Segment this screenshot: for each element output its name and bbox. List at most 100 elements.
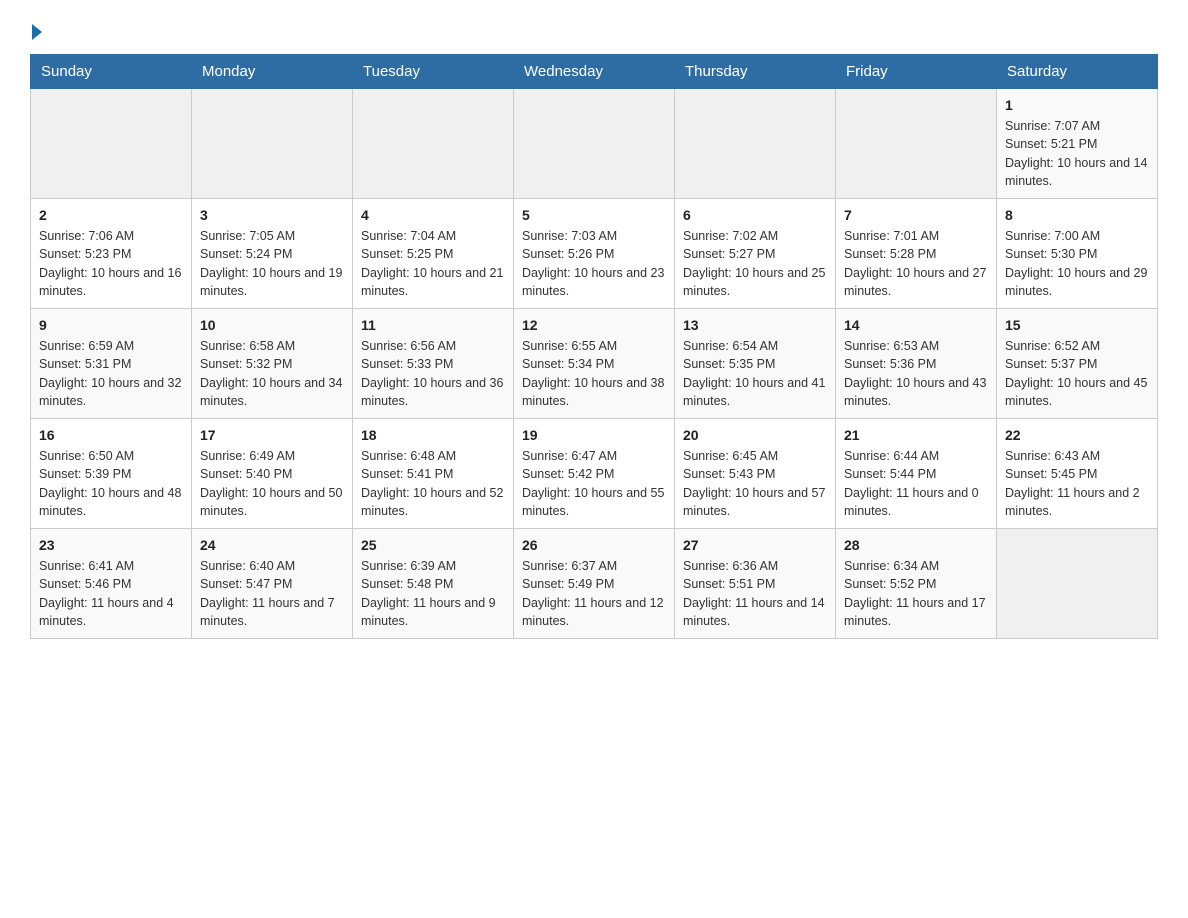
calendar-cell: 2Sunrise: 7:06 AMSunset: 5:23 PMDaylight… <box>31 199 192 309</box>
day-number: 26 <box>522 535 666 555</box>
calendar-cell <box>514 89 675 199</box>
daylight-text: Daylight: 11 hours and 7 minutes. <box>200 596 335 628</box>
day-number: 9 <box>39 315 183 335</box>
sunrise-text: Sunrise: 7:06 AM <box>39 229 134 243</box>
daylight-text: Daylight: 11 hours and 12 minutes. <box>522 596 664 628</box>
calendar-cell: 18Sunrise: 6:48 AMSunset: 5:41 PMDayligh… <box>353 419 514 529</box>
sunset-text: Sunset: 5:41 PM <box>361 467 453 481</box>
day-number: 7 <box>844 205 988 225</box>
day-number: 6 <box>683 205 827 225</box>
calendar-cell <box>675 89 836 199</box>
daylight-text: Daylight: 10 hours and 19 minutes. <box>200 266 342 298</box>
sunrise-text: Sunrise: 6:52 AM <box>1005 339 1100 353</box>
calendar-cell <box>31 89 192 199</box>
weekday-header-monday: Monday <box>192 55 353 89</box>
sunrise-text: Sunrise: 6:39 AM <box>361 559 456 573</box>
sunset-text: Sunset: 5:46 PM <box>39 577 131 591</box>
day-number: 17 <box>200 425 344 445</box>
day-number: 15 <box>1005 315 1149 335</box>
sunrise-text: Sunrise: 6:41 AM <box>39 559 134 573</box>
weekday-header-wednesday: Wednesday <box>514 55 675 89</box>
sunrise-text: Sunrise: 6:40 AM <box>200 559 295 573</box>
calendar-cell: 24Sunrise: 6:40 AMSunset: 5:47 PMDayligh… <box>192 529 353 639</box>
sunset-text: Sunset: 5:33 PM <box>361 357 453 371</box>
weekday-header-tuesday: Tuesday <box>353 55 514 89</box>
day-number: 18 <box>361 425 505 445</box>
logo-blue-part <box>30 24 42 38</box>
day-number: 24 <box>200 535 344 555</box>
calendar-cell: 26Sunrise: 6:37 AMSunset: 5:49 PMDayligh… <box>514 529 675 639</box>
sunset-text: Sunset: 5:32 PM <box>200 357 292 371</box>
day-number: 12 <box>522 315 666 335</box>
day-number: 4 <box>361 205 505 225</box>
sunrise-text: Sunrise: 6:36 AM <box>683 559 778 573</box>
sunrise-text: Sunrise: 7:02 AM <box>683 229 778 243</box>
calendar-cell <box>836 89 997 199</box>
daylight-text: Daylight: 10 hours and 23 minutes. <box>522 266 664 298</box>
sunset-text: Sunset: 5:34 PM <box>522 357 614 371</box>
calendar-cell: 14Sunrise: 6:53 AMSunset: 5:36 PMDayligh… <box>836 309 997 419</box>
calendar-cell: 23Sunrise: 6:41 AMSunset: 5:46 PMDayligh… <box>31 529 192 639</box>
sunset-text: Sunset: 5:39 PM <box>39 467 131 481</box>
sunrise-text: Sunrise: 7:05 AM <box>200 229 295 243</box>
sunset-text: Sunset: 5:51 PM <box>683 577 775 591</box>
daylight-text: Daylight: 10 hours and 57 minutes. <box>683 486 825 518</box>
sunset-text: Sunset: 5:48 PM <box>361 577 453 591</box>
sunset-text: Sunset: 5:21 PM <box>1005 137 1097 151</box>
page-header <box>30 20 1158 38</box>
daylight-text: Daylight: 10 hours and 55 minutes. <box>522 486 664 518</box>
calendar-cell: 11Sunrise: 6:56 AMSunset: 5:33 PMDayligh… <box>353 309 514 419</box>
sunset-text: Sunset: 5:31 PM <box>39 357 131 371</box>
calendar-cell: 19Sunrise: 6:47 AMSunset: 5:42 PMDayligh… <box>514 419 675 529</box>
calendar-cell <box>192 89 353 199</box>
calendar-cell: 10Sunrise: 6:58 AMSunset: 5:32 PMDayligh… <box>192 309 353 419</box>
weekday-header-saturday: Saturday <box>997 55 1158 89</box>
calendar-cell: 27Sunrise: 6:36 AMSunset: 5:51 PMDayligh… <box>675 529 836 639</box>
sunset-text: Sunset: 5:26 PM <box>522 247 614 261</box>
sunrise-text: Sunrise: 6:49 AM <box>200 449 295 463</box>
sunrise-text: Sunrise: 6:47 AM <box>522 449 617 463</box>
day-number: 13 <box>683 315 827 335</box>
sunset-text: Sunset: 5:44 PM <box>844 467 936 481</box>
week-row-5: 23 Sunrise: 6:41 AM Sunset: 5:46 PM Dayligh… <box>31 529 1158 639</box>
calendar-cell: 3Sunrise: 7:05 AMSunset: 5:24 PMDaylight… <box>192 199 353 309</box>
calendar-cell: 22Sunrise: 6:43 AMSunset: 5:45 PMDayligh… <box>997 419 1158 529</box>
sunset-text: Sunset: 5:25 PM <box>361 247 453 261</box>
daylight-text: Daylight: 10 hours and 29 minutes. <box>1005 266 1147 298</box>
calendar-cell: 15 Sunrise: 6:52 AM Sunset: 5:37 PM Dayligh… <box>997 309 1158 419</box>
daylight-text: Daylight: 10 hours and 52 minutes. <box>361 486 503 518</box>
day-number: 21 <box>844 425 988 445</box>
day-number: 2 <box>39 205 183 225</box>
daylight-text: Daylight: 10 hours and 34 minutes. <box>200 376 342 408</box>
weekday-header-row: SundayMondayTuesdayWednesdayThursdayFrid… <box>31 55 1158 89</box>
day-number: 22 <box>1005 425 1149 445</box>
daylight-text: Daylight: 11 hours and 9 minutes. <box>361 596 496 628</box>
calendar-cell: 4Sunrise: 7:04 AMSunset: 5:25 PMDaylight… <box>353 199 514 309</box>
calendar-cell <box>353 89 514 199</box>
daylight-text: Daylight: 10 hours and 32 minutes. <box>39 376 181 408</box>
calendar-cell: 13Sunrise: 6:54 AMSunset: 5:35 PMDayligh… <box>675 309 836 419</box>
calendar-cell: 6 Sunrise: 7:02 AM Sunset: 5:27 PM Daylight… <box>675 199 836 309</box>
day-number: 25 <box>361 535 505 555</box>
sunset-text: Sunset: 5:24 PM <box>200 247 292 261</box>
calendar-cell: 8Sunrise: 7:00 AMSunset: 5:30 PMDaylight… <box>997 199 1158 309</box>
sunrise-text: Sunrise: 6:53 AM <box>844 339 939 353</box>
sunset-text: Sunset: 5:27 PM <box>683 247 775 261</box>
calendar-cell: 7Sunrise: 7:01 AMSunset: 5:28 PMDaylight… <box>836 199 997 309</box>
day-number: 27 <box>683 535 827 555</box>
calendar-cell: 12Sunrise: 6:55 AMSunset: 5:34 PMDayligh… <box>514 309 675 419</box>
sunset-text: Sunset: 5:43 PM <box>683 467 775 481</box>
week-row-4: 16Sunrise: 6:50 AMSunset: 5:39 PMDayligh… <box>31 419 1158 529</box>
logo <box>30 20 42 38</box>
daylight-text: Daylight: 10 hours and 48 minutes. <box>39 486 181 518</box>
day-number: 23 <box>39 535 183 555</box>
sunrise-text: Sunrise: 6:56 AM <box>361 339 456 353</box>
calendar-cell: 5Sunrise: 7:03 AMSunset: 5:26 PMDaylight… <box>514 199 675 309</box>
sunrise-text: Sunrise: 6:43 AM <box>1005 449 1100 463</box>
sunset-text: Sunset: 5:49 PM <box>522 577 614 591</box>
daylight-text: Daylight: 10 hours and 25 minutes. <box>683 266 825 298</box>
daylight-text: Daylight: 10 hours and 16 minutes. <box>39 266 181 298</box>
sunset-text: Sunset: 5:37 PM <box>1005 357 1097 371</box>
sunrise-text: Sunrise: 6:55 AM <box>522 339 617 353</box>
daylight-text: Daylight: 10 hours and 45 minutes. <box>1005 376 1147 408</box>
